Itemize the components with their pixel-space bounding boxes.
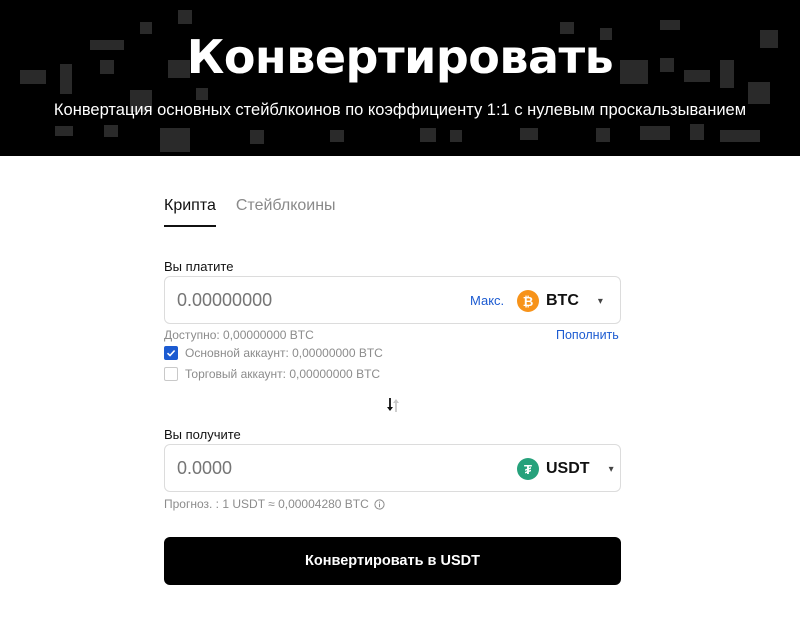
receive-coin-selector[interactable]: ₮ USDT ▾ — [517, 458, 614, 480]
available-balance: Доступно: 0,00000000 BTC — [164, 328, 314, 342]
pay-coin-symbol: BTC — [546, 292, 579, 309]
hero-banner: Конвертировать Конвертация основных стей… — [0, 0, 800, 156]
pay-label: Вы платите — [164, 259, 234, 274]
trading-account-label: Торговый аккаунт: 0,00000000 BTC — [185, 367, 381, 381]
receive-coin-symbol: USDT — [546, 460, 590, 477]
receive-field: ₮ USDT ▾ — [164, 444, 621, 492]
rate-estimate-text: Прогноз. : 1 USDT ≈ 0,00004280 BTC — [164, 497, 369, 511]
convert-tabs: Крипта Стейблкоины — [164, 197, 336, 229]
pay-coin-selector[interactable]: ₿ BTC ▾ — [517, 290, 603, 312]
checkbox-checked-icon — [164, 346, 178, 360]
tab-crypto[interactable]: Крипта — [164, 197, 216, 229]
checkbox-unchecked-icon — [164, 367, 178, 381]
tab-stablecoins[interactable]: Стейблкоины — [236, 197, 336, 229]
chevron-down-icon: ▾ — [597, 295, 603, 307]
convert-button[interactable]: Конвертировать в USDT — [164, 537, 621, 585]
funding-account-checkbox[interactable]: Основной аккаунт: 0,00000000 BTC — [164, 346, 383, 360]
deposit-link[interactable]: Пополнить — [556, 328, 619, 342]
pay-amount-input[interactable] — [177, 290, 437, 311]
page-title: Конвертировать — [186, 30, 614, 84]
rate-estimate: Прогноз. : 1 USDT ≈ 0,00004280 BTC — [164, 497, 385, 511]
info-icon[interactable] — [374, 498, 385, 510]
chevron-down-icon: ▾ — [608, 463, 614, 475]
bitcoin-icon: ₿ — [517, 290, 539, 312]
max-button[interactable]: Макс. — [470, 293, 504, 308]
tether-icon: ₮ — [517, 458, 539, 480]
page-subtitle: Конвертация основных стейблкоинов по коэ… — [53, 101, 747, 119]
receive-amount-input[interactable] — [177, 458, 437, 479]
swap-direction-icon[interactable] — [385, 397, 403, 413]
receive-label: Вы получите — [164, 427, 241, 442]
trading-account-checkbox[interactable]: Торговый аккаунт: 0,00000000 BTC — [164, 367, 380, 381]
pay-field: Макс. ₿ BTC ▾ — [164, 276, 621, 324]
funding-account-label: Основной аккаунт: 0,00000000 BTC — [185, 346, 383, 360]
